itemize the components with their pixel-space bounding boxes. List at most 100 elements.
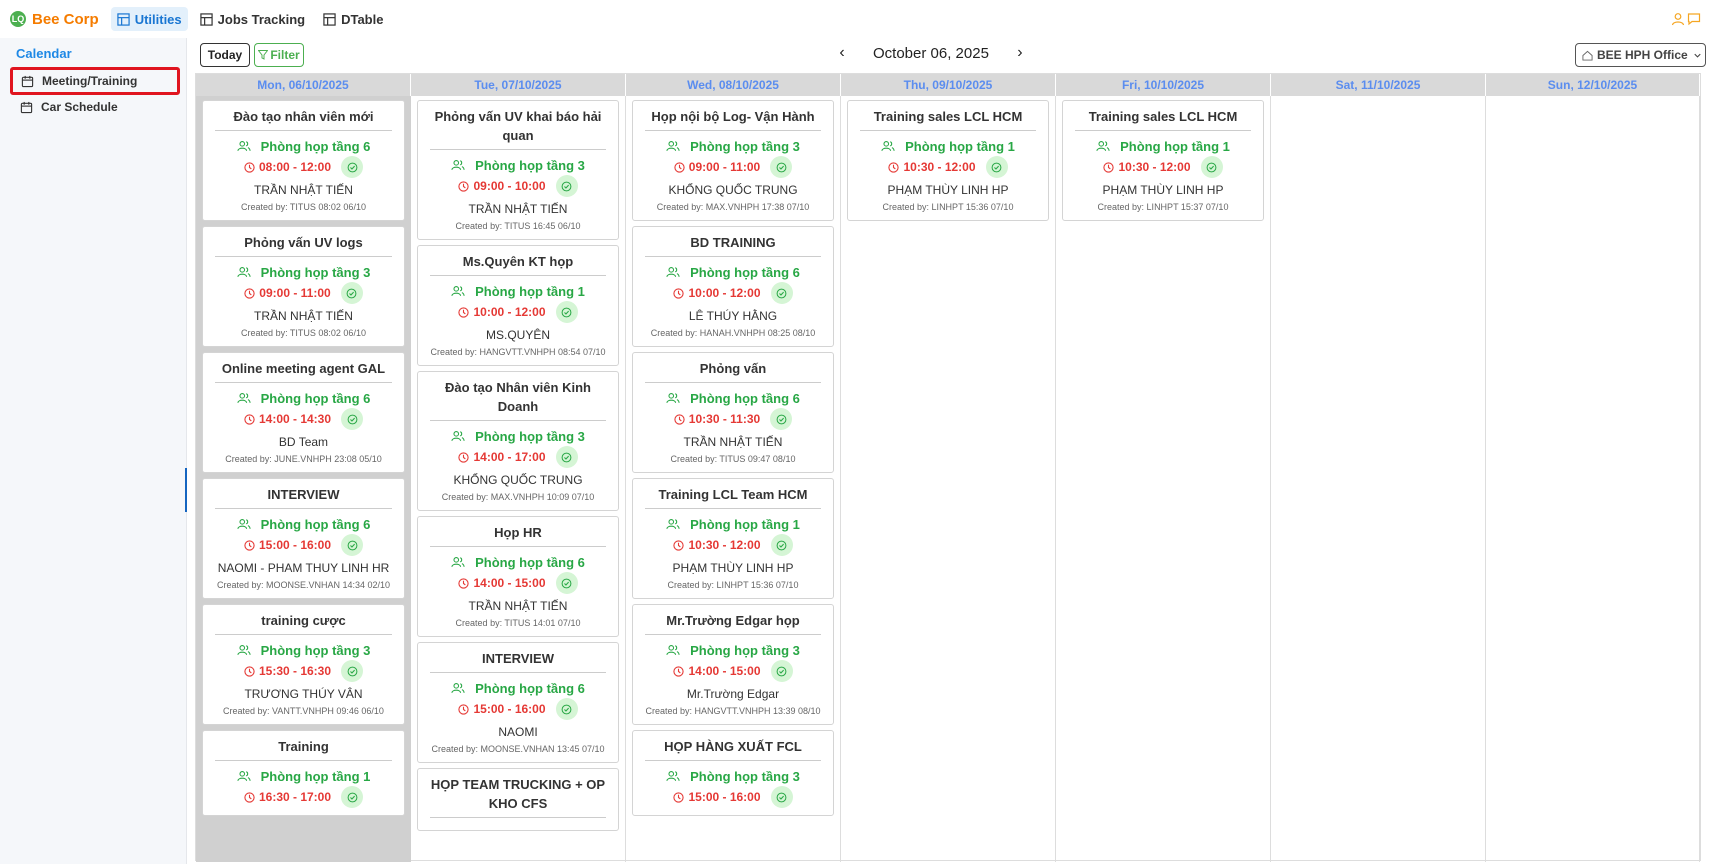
approved-check-icon[interactable] — [555, 446, 578, 468]
approved-check-icon[interactable] — [770, 786, 793, 808]
event-card[interactable]: Training sales LCL HCM Phòng họp tầng 1 10… — [1062, 100, 1264, 221]
clock-icon — [458, 180, 470, 192]
today-button[interactable]: Today — [200, 43, 250, 67]
day-column[interactable]: Training sales LCL HCM Phòng họp tầng 1 10… — [841, 96, 1056, 862]
clock-icon — [673, 791, 685, 803]
event-card[interactable]: Ms.Quyên KT họp Phòng họp tầng 1 10:00 - 1… — [417, 245, 619, 366]
sidebar-title[interactable]: Calendar — [16, 46, 186, 61]
event-card[interactable]: Training Phòng họp tầng 1 16:30 - 17:00 — [202, 730, 405, 816]
event-card[interactable]: Online meeting agent GAL Phòng họp tầng 6… — [202, 352, 405, 473]
day-column[interactable] — [1486, 96, 1700, 862]
approved-check-icon[interactable] — [341, 156, 364, 178]
people-icon — [236, 141, 251, 152]
clock-icon — [1103, 161, 1115, 173]
event-time: 14:00 - 15:00 — [424, 571, 612, 595]
table-icon — [117, 12, 130, 26]
event-time: 09:00 - 11:00 — [209, 281, 398, 305]
brand[interactable]: LQ Bee Corp — [10, 11, 99, 28]
day-column[interactable]: Họp nội bộ Log- Vận Hành Phòng họp tầng 3… — [626, 96, 841, 862]
event-title: INTERVIEW — [215, 485, 392, 509]
event-card[interactable]: Mr.Trường Edgar họp Phòng họp tầng 3 14:00… — [632, 604, 834, 725]
office-select[interactable]: BEE HPH Office — [1575, 43, 1706, 67]
event-title: Phỏng vấn — [645, 359, 821, 383]
filter-button[interactable]: Filter — [254, 43, 304, 67]
brand-name: Bee Corp — [32, 10, 99, 28]
sidebar-resize-handle[interactable] — [185, 468, 187, 512]
user-icon[interactable] — [1671, 12, 1685, 26]
event-time: 08:00 - 12:00 — [209, 155, 398, 179]
approved-check-icon[interactable] — [341, 408, 364, 430]
approved-check-icon[interactable] — [341, 786, 364, 808]
approved-check-icon[interactable] — [341, 660, 364, 682]
event-card[interactable]: Đào tạo Nhân viên Kinh Doanh Phòng họp tầ… — [417, 371, 619, 511]
approved-check-icon[interactable] — [555, 698, 578, 720]
event-time: 09:00 - 11:00 — [639, 155, 827, 179]
day-column[interactable]: Phỏng vấn UV khai báo hải quan Phòng họp … — [411, 96, 626, 862]
day-header: Sun, 12/10/2025 — [1486, 74, 1700, 96]
event-card[interactable]: INTERVIEW Phòng họp tầng 6 15:00 - 16:00 NA… — [202, 478, 405, 599]
topnav-dtable[interactable]: DTable — [317, 7, 389, 31]
table-icon — [323, 12, 336, 26]
day-column[interactable]: Training sales LCL HCM Phòng họp tầng 1 10… — [1056, 96, 1271, 862]
event-card[interactable]: Training sales LCL HCM Phòng họp tầng 1 10… — [847, 100, 1049, 221]
day-header: Fri, 10/10/2025 — [1056, 74, 1271, 96]
day-column[interactable] — [1271, 96, 1486, 862]
event-person: KHỔNG QUỐC TRUNG — [453, 473, 583, 487]
event-title: HỌP TEAM TRUCKING + OP KHO CFS — [430, 775, 606, 818]
event-title: Họp HR — [430, 523, 606, 547]
clock-icon — [888, 161, 900, 173]
clock-icon — [244, 161, 255, 173]
event-card[interactable]: HỌP HÀNG XUẤT FCL Phòng họp tầng 3 15:00 -… — [632, 730, 834, 816]
event-card[interactable]: Họp HR Phòng họp tầng 6 14:00 - 15:00 TRẦN … — [417, 516, 619, 637]
event-time-label: 09:00 - 11:00 — [688, 160, 761, 174]
approved-check-icon[interactable] — [340, 282, 363, 304]
next-week-button[interactable]: › — [1013, 44, 1027, 62]
top-bar: LQ Bee Corp Utilities Jobs Tracking DTab… — [0, 0, 1715, 38]
topnav-utilities[interactable]: Utilities — [110, 7, 188, 31]
event-card[interactable]: Training LCL Team HCM Phòng họp tầng 1 10:… — [632, 478, 834, 599]
event-room-label: Phòng họp tầng 1 — [690, 516, 800, 532]
sidebar-item-car-schedule[interactable]: Car Schedule — [10, 93, 180, 121]
approved-check-icon[interactable] — [985, 156, 1008, 178]
approved-check-icon[interactable] — [555, 572, 578, 594]
event-card[interactable]: Phỏng vấn UV logs Phòng họp tầng 3 09:00 -… — [202, 226, 405, 347]
event-card[interactable]: Phỏng vấn Phòng họp tầng 6 10:30 - 11:30 TR… — [632, 352, 834, 473]
event-time-label: 09:00 - 10:00 — [473, 179, 546, 193]
approved-check-icon[interactable] — [770, 282, 793, 304]
event-time: 10:00 - 12:00 — [639, 281, 827, 305]
approved-check-icon[interactable] — [770, 408, 793, 430]
event-card[interactable]: Đào tạo nhân viên mới Phòng họp tầng 6 08:… — [202, 100, 405, 221]
event-created-by: Created by: LINHPT 15:37 07/10 — [1097, 202, 1229, 212]
event-room: Phòng họp tầng 3 — [639, 137, 827, 155]
event-card[interactable]: BD TRAINING Phòng họp tầng 6 10:00 - 12:00… — [632, 226, 834, 347]
day-header: Mon, 06/10/2025 — [196, 74, 411, 96]
topnav-jobs-tracking[interactable]: Jobs Tracking — [194, 7, 311, 31]
approved-check-icon[interactable] — [341, 534, 364, 556]
day-column[interactable]: Đào tạo nhân viên mới Phòng họp tầng 6 08:… — [196, 96, 411, 862]
approved-check-icon[interactable] — [770, 156, 793, 178]
event-person: NAOMI - PHAM THUY LINH HR — [217, 561, 390, 575]
sidebar-item-meeting-training[interactable]: Meeting/Training — [10, 67, 180, 95]
approved-check-icon[interactable] — [770, 534, 793, 556]
chat-icon[interactable] — [1687, 12, 1701, 26]
approved-check-icon[interactable] — [1200, 156, 1223, 178]
approved-check-icon[interactable] — [555, 175, 578, 197]
event-room-label: Phòng họp tầng 3 — [690, 138, 800, 154]
office-select-value: BEE HPH Office — [1597, 48, 1688, 62]
event-created-by: Created by: MOONSE.VNHAN 13:45 07/10 — [431, 744, 605, 754]
approved-check-icon[interactable] — [770, 660, 793, 682]
event-card[interactable]: Họp nội bộ Log- Vận Hành Phòng họp tầng 3… — [632, 100, 834, 221]
event-card[interactable]: HỌP TEAM TRUCKING + OP KHO CFS — [417, 768, 619, 831]
event-person: KHỔNG QUỐC TRUNG — [668, 183, 798, 197]
event-created-by: Created by: LINHPT 15:36 07/10 — [667, 580, 799, 590]
event-card[interactable]: INTERVIEW Phòng họp tầng 6 15:00 - 16:00 NA… — [417, 642, 619, 763]
event-card[interactable]: Phỏng vấn UV khai báo hải quan Phòng họp … — [417, 100, 619, 240]
event-time-label: 15:30 - 16:30 — [258, 664, 332, 678]
event-time: 10:30 - 12:00 — [854, 155, 1042, 179]
prev-week-button[interactable]: ‹ — [835, 44, 849, 62]
approved-check-icon[interactable] — [555, 301, 578, 323]
event-room-label: Phòng họp tầng 6 — [690, 264, 800, 280]
event-room-label: Phòng họp tầng 1 — [905, 138, 1015, 154]
event-card[interactable]: training cược Phòng họp tầng 3 15:30 - 16:… — [202, 604, 405, 725]
event-room-label: Phòng họp tầng 1 — [260, 768, 371, 784]
